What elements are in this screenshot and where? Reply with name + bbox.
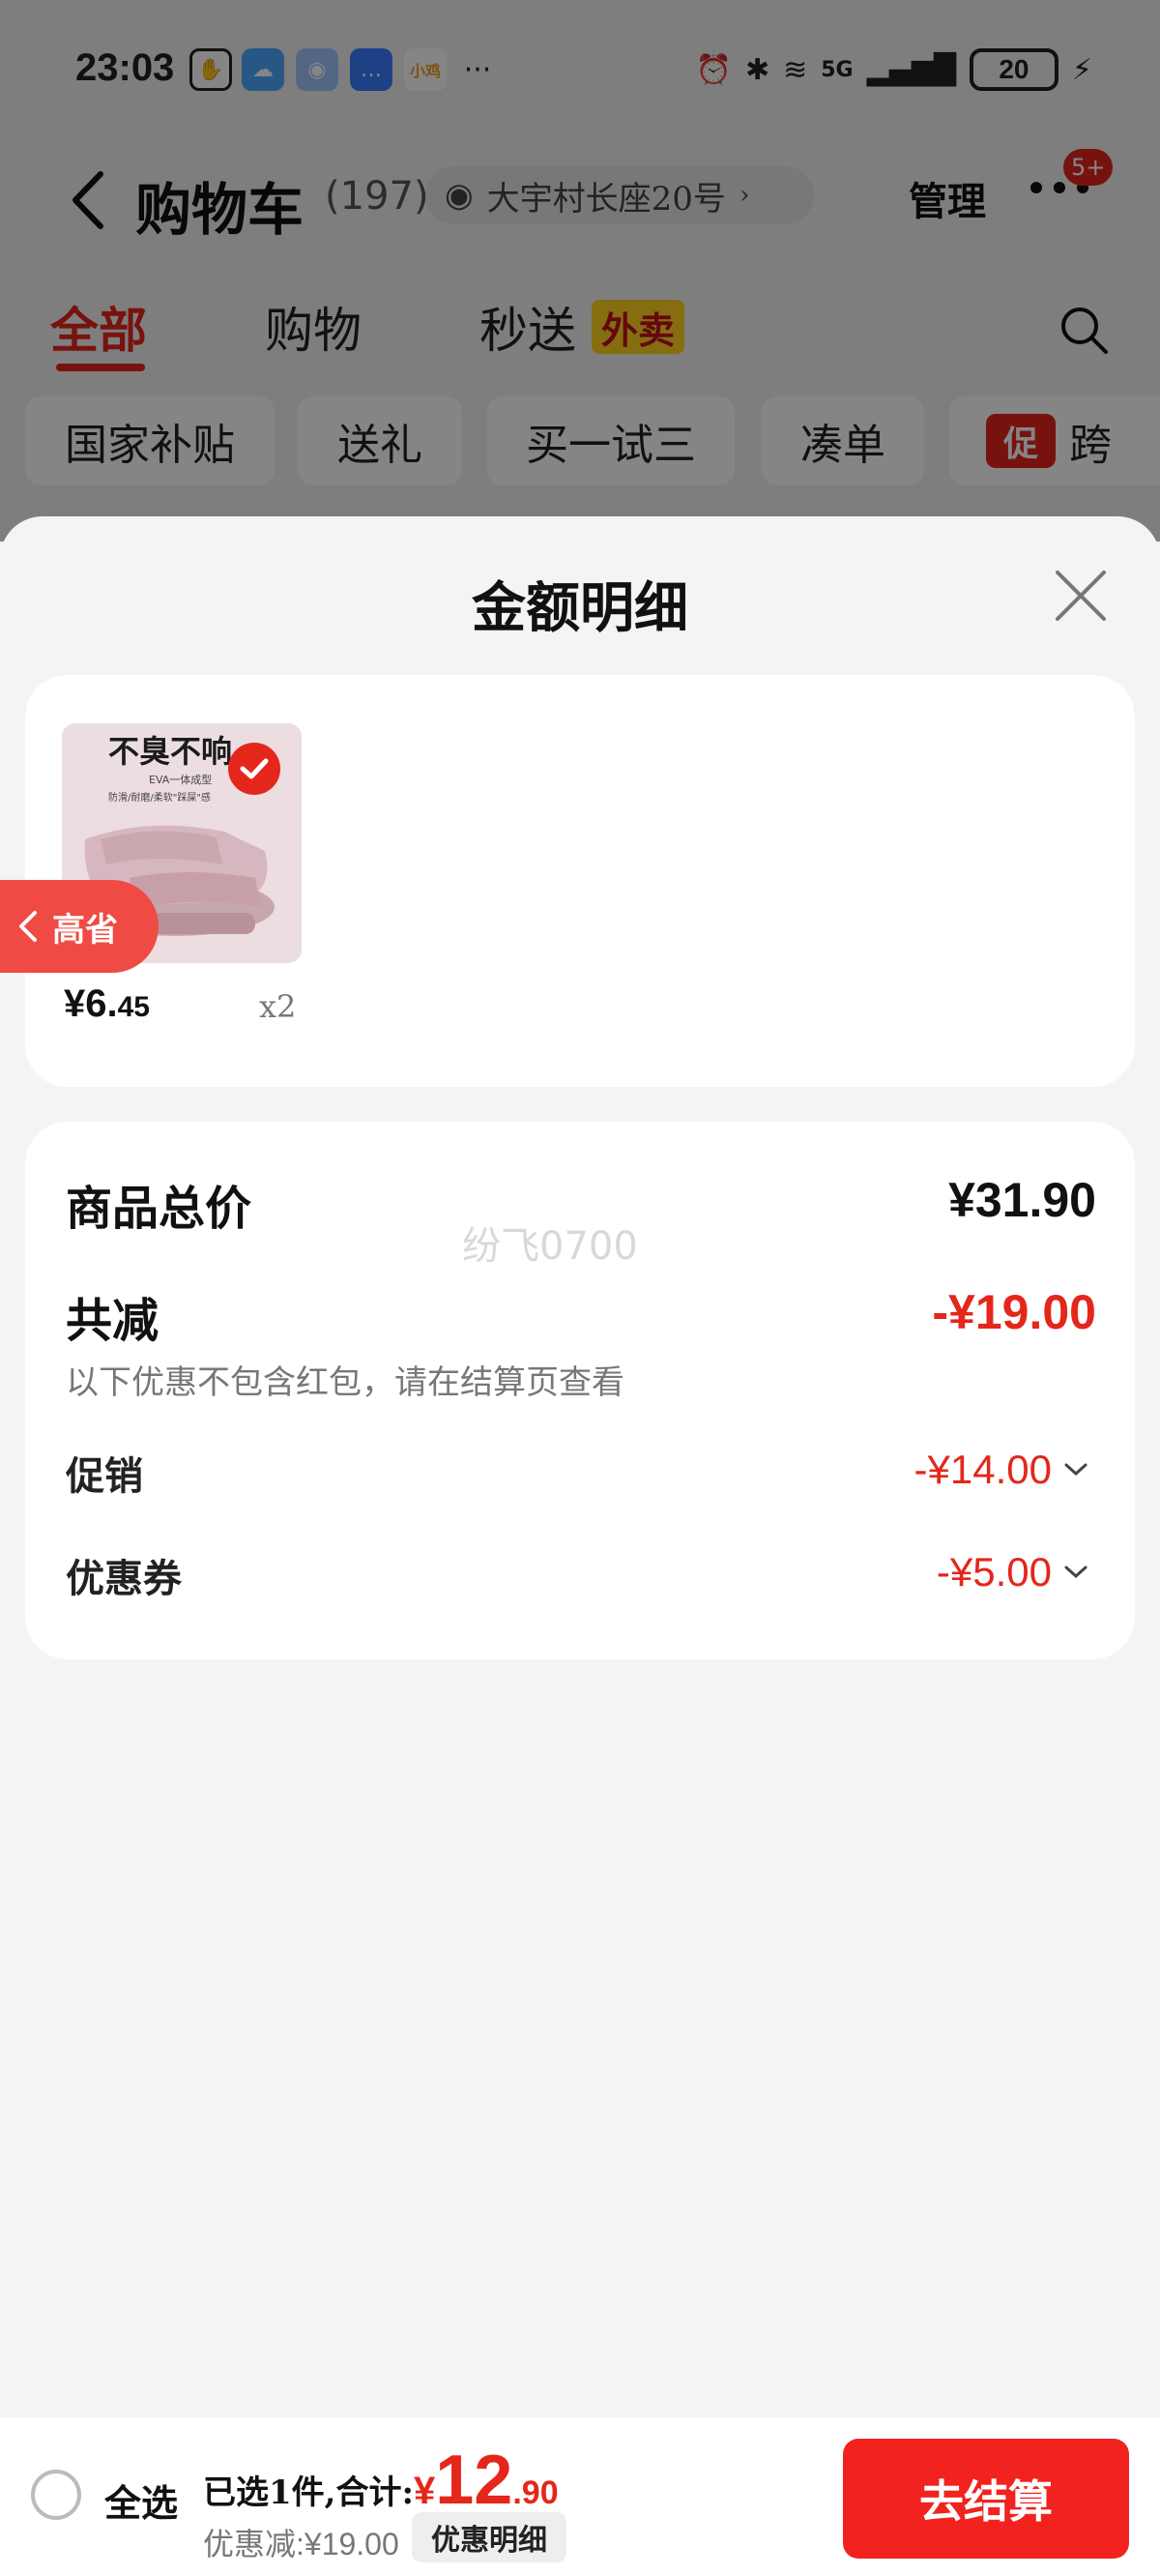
promotion-label: 促销 (66, 1453, 143, 1499)
discount-note: 以下优惠不包含红包，请在结算页查看 (66, 1363, 624, 1402)
select-all-checkbox[interactable] (31, 2470, 81, 2520)
price-decimal: 45 (117, 991, 150, 1023)
promotion-value: -¥14.00 (914, 1447, 1052, 1492)
product-thumb-title: 不臭不响 (108, 733, 232, 770)
total-integer: 12 (435, 2442, 513, 2519)
product-quantity: x2 (259, 988, 297, 1025)
amount-detail-sheet: 金额明细 不臭不响 EVA一体成型 防滑/耐磨/柔软"踩屎"感 ¥6.45 x2 (0, 516, 1160, 2421)
close-icon[interactable] (1052, 567, 1110, 625)
total-price-label: 商品总价 (66, 1182, 252, 1236)
promotion-row-toggle[interactable]: -¥14.00 (914, 1447, 1088, 1493)
modal-backdrop[interactable] (0, 0, 1160, 542)
gaosheng-side-tab[interactable]: 高省 (0, 880, 159, 973)
side-tab-label: 高省 (52, 910, 118, 950)
price-integer: ¥6. (64, 982, 118, 1025)
checked-icon[interactable] (228, 743, 280, 795)
select-all-label[interactable]: 全选 (104, 2474, 178, 2527)
sheet-title: 金额明细 (472, 576, 688, 640)
checkout-button[interactable]: 去结算 (843, 2439, 1129, 2559)
discount-amount-text: 优惠减:¥19.00 (203, 2527, 399, 2561)
total-discount-label: 共减 (66, 1294, 160, 1348)
total-currency: ¥ (414, 2470, 436, 2512)
selected-count-text: 已选1件,合计: (203, 2474, 415, 2512)
total-amount: ¥ 12 .90 (414, 2441, 559, 2520)
product-thumb-subtitle: EVA一体成型 (149, 773, 212, 786)
price-summary-card: 纷飞0700 商品总价 ¥31.90 共减 -¥19.00 以下优惠不包含红包，… (25, 1122, 1135, 1659)
total-discount-value: -¥19.00 (932, 1285, 1096, 1339)
selected-items-card: 不臭不响 EVA一体成型 防滑/耐磨/柔软"踩屎"感 ¥6.45 x2 (25, 675, 1135, 1087)
coupon-label: 优惠券 (66, 1556, 182, 1601)
coupon-value: -¥5.00 (936, 1549, 1052, 1595)
product-price: ¥6.45 (64, 982, 150, 1026)
checkout-bar: 全选 已选1件,合计: ¥ 12 .90 优惠减:¥19.00 优惠明细 去结算 (0, 2417, 1160, 2576)
chevron-down-icon (1064, 1566, 1088, 1579)
discount-detail-button[interactable]: 优惠明细 (412, 2512, 566, 2562)
coupon-row-toggle[interactable]: -¥5.00 (937, 1549, 1088, 1595)
total-decimal: .90 (512, 2474, 559, 2511)
chevron-down-icon (1064, 1463, 1088, 1477)
total-price-value: ¥31.90 (948, 1173, 1096, 1227)
product-thumb-note: 防滑/耐磨/柔软"踩屎"感 (108, 791, 211, 804)
watermark: 纷飞0700 (462, 1224, 638, 1269)
chevron-left-icon (19, 911, 37, 942)
